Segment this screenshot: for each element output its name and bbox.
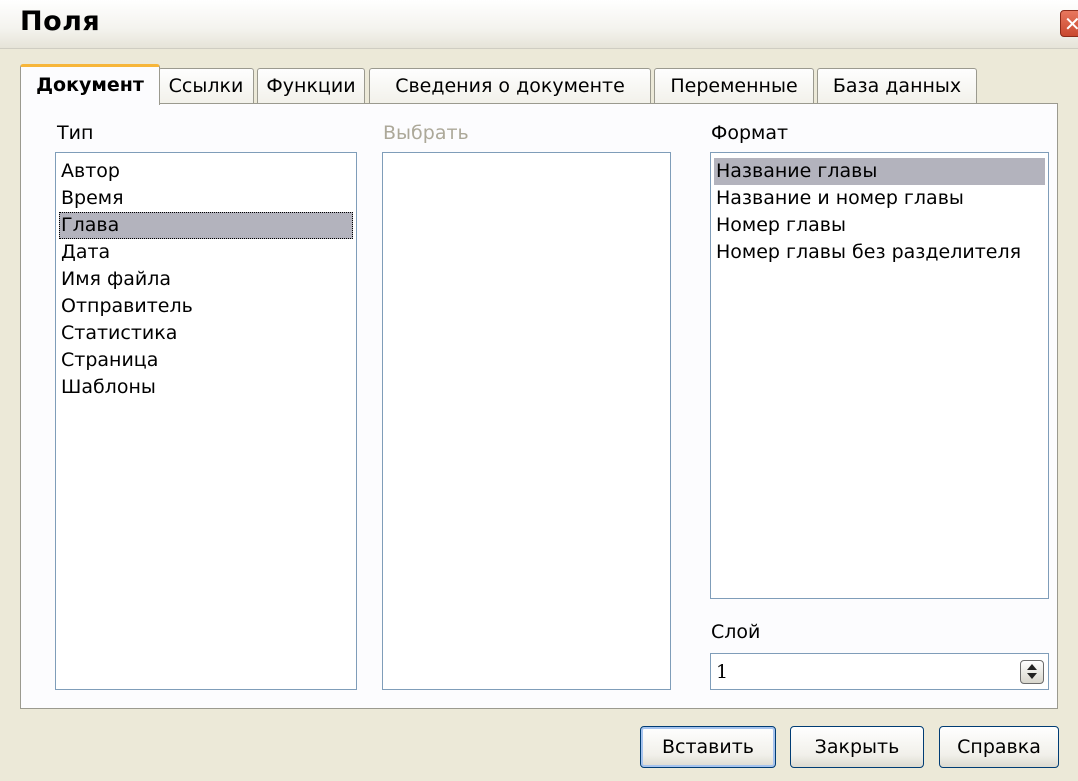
- type-item-filename[interactable]: Имя файла: [59, 266, 353, 293]
- tab-document-info[interactable]: Сведения о документе: [369, 68, 651, 104]
- type-item-date[interactable]: Дата: [59, 239, 353, 266]
- type-item-time[interactable]: Время: [59, 185, 353, 212]
- type-item-statistics[interactable]: Статистика: [59, 320, 353, 347]
- tab-strip: Документ Ссылки Функции Сведения о докум…: [20, 64, 1060, 105]
- type-label-text: Тип: [57, 122, 94, 144]
- title-bar[interactable]: Поля ✕: [0, 0, 1078, 49]
- select-label-text: Выбрать: [383, 122, 469, 144]
- fields-dialog: Поля ✕ Документ Ссылки Функции Сведения …: [0, 0, 1078, 781]
- insert-button[interactable]: Вставить: [640, 726, 776, 768]
- select-label: Выбрать: [383, 122, 469, 144]
- level-label: Слой: [711, 621, 760, 643]
- spin-down-icon[interactable]: [1027, 673, 1037, 679]
- close-icon[interactable]: ✕: [1060, 10, 1078, 37]
- level-label-text: Слой: [711, 621, 761, 643]
- dialog-title: Поля: [20, 6, 101, 37]
- format-listbox[interactable]: Название главы Название и номер главы Но…: [710, 152, 1049, 599]
- help-button[interactable]: Справка: [939, 726, 1059, 768]
- format-item-chapter-name[interactable]: Название главы: [714, 158, 1045, 185]
- level-value[interactable]: 1: [716, 661, 728, 683]
- format-item-chapter-name-and-number[interactable]: Название и номер главы: [714, 185, 1045, 212]
- type-item-templates[interactable]: Шаблоны: [59, 374, 353, 401]
- type-item-chapter[interactable]: Глава: [59, 212, 353, 239]
- tab-variables[interactable]: Переменные: [654, 68, 814, 104]
- tab-panel-document: Тип Автор Время Глава Дата Имя файла Отп…: [20, 103, 1058, 709]
- level-stepper[interactable]: 1: [710, 653, 1049, 690]
- tab-references[interactable]: Ссылки: [158, 68, 254, 104]
- type-item-page[interactable]: Страница: [59, 347, 353, 374]
- format-item-chapter-number[interactable]: Номер главы: [714, 212, 1045, 239]
- spin-arrows-icon[interactable]: [1020, 660, 1044, 684]
- tab-database[interactable]: База данных: [817, 68, 977, 104]
- type-item-author[interactable]: Автор: [59, 158, 353, 185]
- format-label: Формат: [711, 122, 788, 144]
- select-listbox[interactable]: [382, 152, 671, 690]
- format-item-chapter-number-no-separator[interactable]: Номер главы без разделителя: [714, 239, 1045, 266]
- tab-document[interactable]: Документ: [20, 64, 160, 105]
- type-label: Тип: [57, 122, 93, 144]
- type-item-sender[interactable]: Отправитель: [59, 293, 353, 320]
- spin-up-icon[interactable]: [1027, 664, 1037, 670]
- close-button[interactable]: Закрыть: [790, 726, 924, 768]
- type-listbox[interactable]: Автор Время Глава Дата Имя файла Отправи…: [55, 152, 357, 690]
- tab-functions[interactable]: Функции: [257, 68, 365, 104]
- format-label-text: Формат: [711, 122, 789, 144]
